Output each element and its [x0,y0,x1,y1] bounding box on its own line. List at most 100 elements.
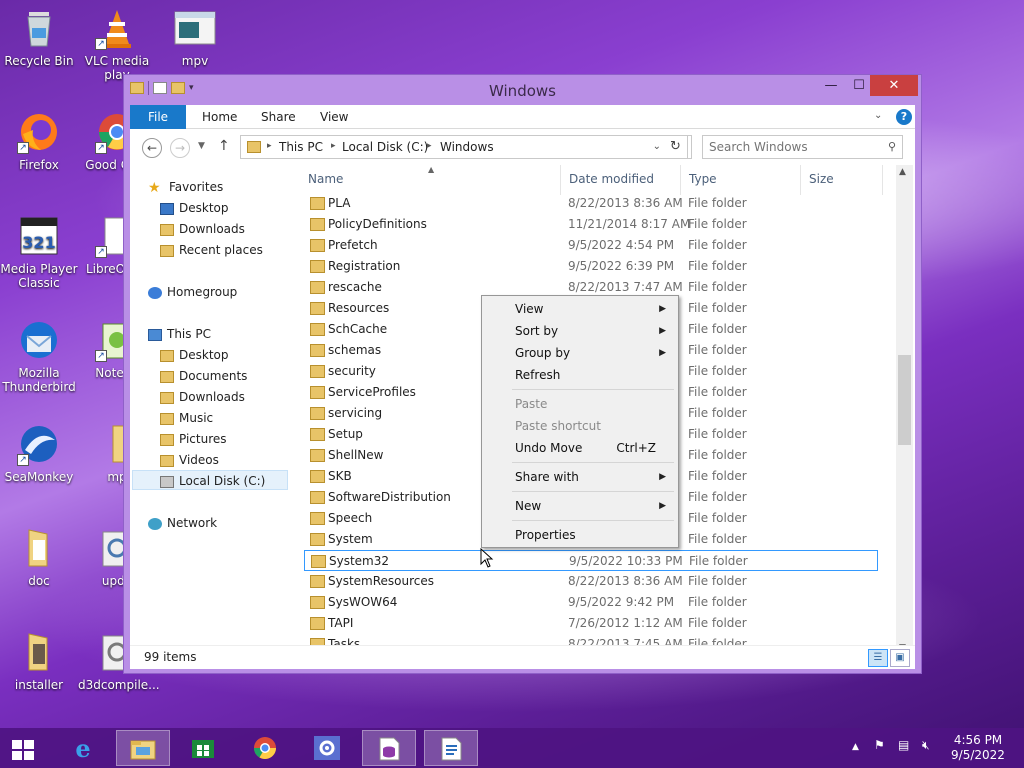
minimize-button[interactable]: — [816,75,846,96]
nav-network[interactable]: Network [148,513,217,533]
scroll-thumb[interactable] [898,355,911,445]
nav-pc-documents[interactable]: Documents [160,366,247,386]
desktop-icon-installer-folder[interactable]: installer [0,630,78,692]
tab-file[interactable]: File [130,105,186,129]
desktop-icon-mpv[interactable]: mpv [156,6,234,68]
desktop-icon-thunderbird[interactable]: Mozilla Thunderbird [0,318,78,394]
back-button[interactable]: ← [142,138,162,158]
file-row-selected[interactable]: System32 9/5/2022 10:33 PM File folder [304,550,878,571]
help-icon[interactable]: ? [896,109,912,125]
file-row[interactable]: SysWOW64 9/5/2022 9:42 PM File folder [304,592,878,613]
vertical-scrollbar[interactable]: ▲ ▼ [896,165,913,655]
desktop-icon-media-player-classic[interactable]: 321 Media Player Classic [0,214,78,290]
address-dropdown-icon[interactable]: ⌄ [653,141,661,152]
column-divider[interactable] [680,165,681,195]
file-row[interactable]: SystemResources 8/22/2013 8:36 AM File fol… [304,571,878,592]
desktop-icon-vlc[interactable]: ↗ VLC media play [78,6,156,82]
action-center-flag-icon[interactable]: ⚑ [874,738,885,752]
nav-fav-recent-places[interactable]: Recent places [160,240,263,260]
nav-favorites[interactable]: ★ Favorites [148,177,223,197]
folder-icon [310,407,325,420]
search-input[interactable] [709,137,879,157]
menu-separator [512,491,674,492]
tab-view[interactable]: View [310,105,358,129]
column-divider[interactable] [800,165,801,195]
taskbar-internet-explorer[interactable]: e [56,730,110,766]
menu-item-view[interactable]: View ▶ [484,298,676,320]
column-divider[interactable] [560,165,561,195]
column-divider[interactable] [882,165,883,195]
large-icons-view-button[interactable]: ▣ [890,649,910,667]
start-button[interactable] [0,730,52,766]
nav-homegroup[interactable]: Homegroup [148,282,237,302]
search-box[interactable]: ⚲ [702,135,903,159]
menu-item-new[interactable]: New ▶ [484,495,676,517]
menu-item-group-by[interactable]: Group by ▶ [484,342,676,364]
folder-icon [160,454,174,467]
folder-icon [310,281,325,294]
menu-item-properties[interactable]: Properties [484,524,676,546]
taskbar-settings[interactable] [300,730,354,766]
nav-fav-downloads[interactable]: Downloads [160,219,245,239]
folder-icon [17,526,61,570]
volume-muted-icon[interactable]: 🔇︎ [922,738,930,753]
desktop-icon-recycle-bin[interactable]: Recycle Bin [0,6,78,68]
nav-fav-desktop[interactable]: Desktop [160,198,229,218]
title-bar[interactable]: ▾ Windows — ☐ ✕ [124,75,921,105]
menu-item-sort-by[interactable]: Sort by ▶ [484,320,676,342]
expand-ribbon-icon[interactable]: ⌄ [874,110,882,121]
system-clock[interactable]: 4:56 PM 9/5/2022 [948,733,1008,763]
column-header-type[interactable]: Type [689,172,717,186]
desktop-icon-doc-folder[interactable]: doc [0,526,78,588]
nav-local-disk[interactable]: Local Disk (C:) [132,470,288,490]
address-bar[interactable]: ▸ This PC ▸ Local Disk (C:) ▸ Windows ⌄ [240,135,692,159]
network-status-icon[interactable]: ▤ [898,738,909,752]
breadcrumb-this-pc[interactable]: This PC [279,140,323,154]
close-button[interactable]: ✕ [870,75,918,96]
taskbar-libreoffice-base[interactable] [362,730,416,766]
taskbar-store[interactable] [176,730,230,766]
nav-pc-videos[interactable]: Videos [160,450,219,470]
tab-home[interactable]: Home [192,105,247,129]
nav-pc-desktop[interactable]: Desktop [160,345,229,365]
breadcrumb-windows[interactable]: Windows [440,140,494,154]
details-view-button[interactable]: ☰ [868,649,888,667]
up-button[interactable]: ↑ [218,138,230,154]
file-name: System32 [329,554,390,568]
menu-item-undo-move[interactable]: Undo Move Ctrl+Z [484,437,676,459]
taskbar-libreoffice-impress[interactable] [424,730,478,766]
file-type: File folder [688,595,747,609]
file-row[interactable]: Prefetch 9/5/2022 4:54 PM File folder [304,235,878,256]
refresh-button[interactable]: ↻ [664,135,688,159]
column-header-name[interactable]: Name [308,172,343,186]
breadcrumb-chevron-icon[interactable]: ▸ [331,141,336,151]
file-row[interactable]: PLA 8/22/2013 8:36 AM File folder [304,193,878,214]
taskbar-file-explorer[interactable] [116,730,170,766]
forward-button[interactable]: → [170,138,190,158]
nav-pc-pictures[interactable]: Pictures [160,429,227,449]
menu-item-share-with[interactable]: Share with ▶ [484,466,676,488]
tab-share[interactable]: Share [251,105,306,129]
computer-icon [148,328,162,341]
menu-item-refresh[interactable]: Refresh [484,364,676,386]
file-type: File folder [688,322,747,336]
show-hidden-icons-icon[interactable]: ▲ [852,742,859,752]
desktop-icon-firefox[interactable]: ↗ Firefox [0,110,78,172]
nav-this-pc[interactable]: This PC [148,324,211,344]
breadcrumb-chevron-icon[interactable]: ▸ [427,141,432,151]
column-header-size[interactable]: Size [809,172,834,186]
scroll-up-icon[interactable]: ▲ [899,167,906,177]
file-row[interactable]: Registration 9/5/2022 6:39 PM File folder [304,256,878,277]
folder-icon [310,197,325,210]
breadcrumb-chevron-icon[interactable]: ▸ [267,141,272,151]
column-header-date[interactable]: Date modified [569,172,654,186]
taskbar-chrome[interactable] [238,730,292,766]
desktop-icon-seamonkey[interactable]: ↗ SeaMonkey [0,422,78,484]
file-row[interactable]: TAPI 7/26/2012 1:12 AM File folder [304,613,878,634]
breadcrumb-local-disk[interactable]: Local Disk (C:) [342,140,428,154]
recent-locations-chevron-icon[interactable]: ▼ [198,141,205,151]
nav-pc-music[interactable]: Music [160,408,213,428]
file-row[interactable]: PolicyDefinitions 11/21/2014 8:17 AM File … [304,214,878,235]
file-name: Speech [328,511,373,525]
nav-pc-downloads[interactable]: Downloads [160,387,245,407]
